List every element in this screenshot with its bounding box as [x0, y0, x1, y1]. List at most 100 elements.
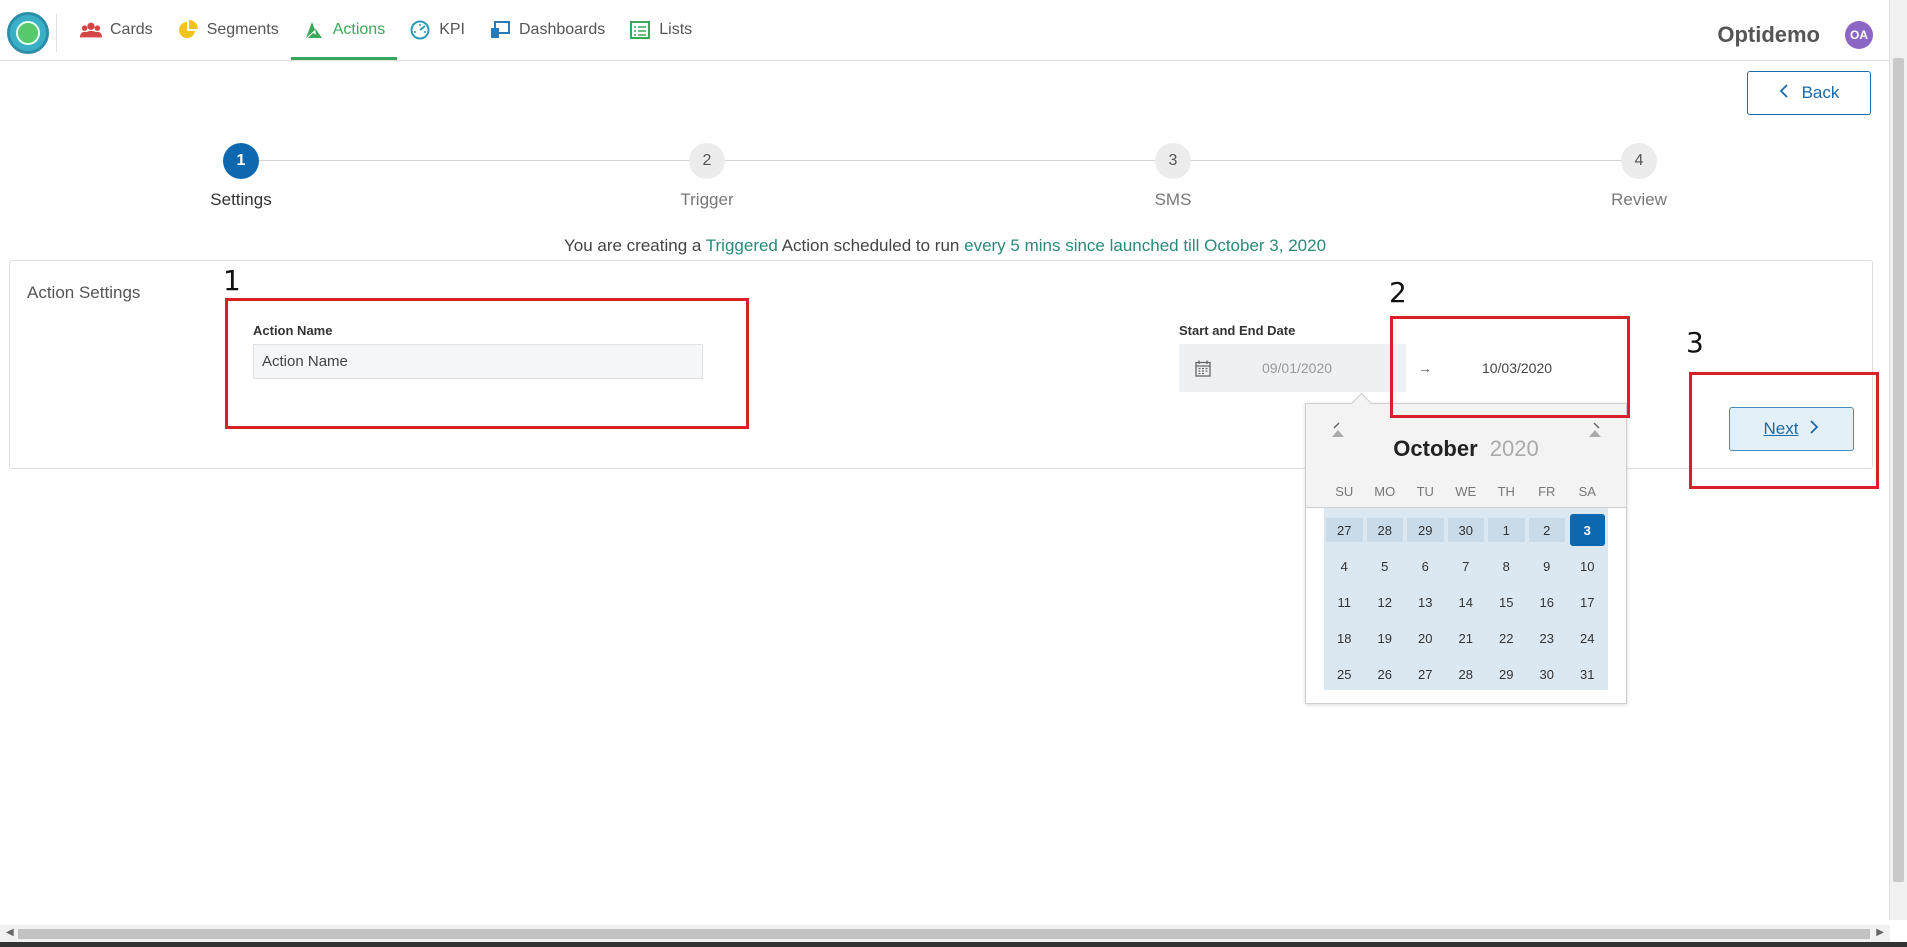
- scrollbar-thumb[interactable]: [1893, 58, 1904, 882]
- nav-label: Dashboards: [519, 21, 606, 38]
- weekday-label: MO: [1374, 484, 1396, 499]
- step-number: 2: [689, 143, 725, 179]
- nav-item-dashboards[interactable]: Dashboards: [477, 0, 617, 60]
- calendar-month[interactable]: October: [1393, 436, 1477, 461]
- calendar-day[interactable]: 28: [1446, 656, 1487, 692]
- calendar-day[interactable]: 24: [1567, 620, 1608, 656]
- weekday-label: WE: [1455, 484, 1477, 499]
- calendar-day[interactable]: 18: [1324, 620, 1365, 656]
- calendar-day[interactable]: 7: [1446, 548, 1487, 584]
- pie-icon: [177, 19, 199, 41]
- brand-name: Optidemo: [1717, 22, 1820, 47]
- calendar-popup: October 2020 SU MO TU WE TH FR SA 27 28 29 30 1 2 3 4…: [1305, 392, 1627, 704]
- calendar-day[interactable]: 1: [1488, 518, 1525, 542]
- calendar-day[interactable]: 16: [1527, 584, 1568, 620]
- avatar[interactable]: OA: [1845, 21, 1873, 49]
- step-number: 1: [223, 143, 259, 179]
- calendar-days-grid: 27 28 29 30 1 2 3 4 5 6 7 8 9 10 11 12 13 14 15 16 17 18 19 20 2…: [1324, 508, 1608, 690]
- start-date-input[interactable]: 09/01/2020: [1227, 360, 1367, 376]
- gauge-icon: [409, 19, 431, 41]
- calendar-day[interactable]: 4: [1324, 548, 1365, 584]
- top-navbar: Cards Segments Actions KPI Dashboards Li…: [0, 0, 1890, 61]
- calendar-day[interactable]: 30: [1447, 518, 1484, 542]
- chevron-left-icon: [1779, 83, 1788, 103]
- step-number: 3: [1155, 143, 1191, 179]
- step-number: 4: [1621, 143, 1657, 179]
- list-icon: [629, 19, 651, 41]
- calendar-day[interactable]: 25: [1324, 656, 1365, 692]
- horizontal-scrollbar[interactable]: ◀ ▶: [0, 925, 1890, 942]
- calendar-day[interactable]: 13: [1405, 584, 1446, 620]
- calendar-day[interactable]: 27: [1405, 656, 1446, 692]
- annotation-number-3: 3: [1686, 326, 1704, 359]
- panel-title: Action Settings: [27, 283, 141, 302]
- step-review[interactable]: 4 Review: [1569, 143, 1709, 210]
- nav-label: Lists: [659, 21, 693, 38]
- schedule-type: Triggered: [705, 236, 778, 255]
- step-sms[interactable]: 3 SMS: [1103, 143, 1243, 210]
- annotation-number-2: 2: [1389, 276, 1407, 309]
- scroll-right-icon[interactable]: ▶: [1876, 927, 1884, 938]
- calendar-day[interactable]: 29: [1486, 656, 1527, 692]
- calendar-day[interactable]: 17: [1567, 584, 1608, 620]
- calendar-day[interactable]: 31: [1567, 656, 1608, 692]
- calendar-day[interactable]: 10: [1567, 548, 1608, 584]
- calendar-day[interactable]: 28: [1366, 518, 1403, 542]
- calendar-day[interactable]: 27: [1326, 518, 1363, 542]
- calendar-day[interactable]: 11: [1324, 584, 1365, 620]
- schedule-summary: You are creating a Triggered Action sche…: [0, 236, 1890, 256]
- weekday-label: SU: [1335, 484, 1354, 499]
- date-range-label: Start and End Date: [1179, 323, 1296, 338]
- schedule-frequency: every 5 mins since launched till October…: [964, 236, 1327, 255]
- actions-icon: [303, 19, 325, 41]
- taskbar-strip: [0, 942, 1907, 947]
- step-label: SMS: [1154, 190, 1192, 209]
- scroll-left-icon[interactable]: ◀: [6, 927, 14, 938]
- calendar-day[interactable]: 22: [1486, 620, 1527, 656]
- calendar-day[interactable]: 3: [1570, 514, 1605, 546]
- step-label: Review: [1611, 190, 1667, 209]
- annotation-number-1: 1: [223, 264, 241, 297]
- calendar-day[interactable]: 20: [1405, 620, 1446, 656]
- nav-label: Actions: [332, 21, 386, 38]
- app-logo[interactable]: [7, 12, 49, 54]
- calendar-day[interactable]: 19: [1365, 620, 1406, 656]
- calendar-day[interactable]: 6: [1405, 548, 1446, 584]
- step-settings[interactable]: 1 Settings: [171, 143, 311, 210]
- calendar-day[interactable]: 9: [1527, 548, 1568, 584]
- nav-label: Segments: [206, 21, 279, 38]
- calendar-day[interactable]: 29: [1407, 518, 1444, 542]
- nav-item-lists[interactable]: Lists: [617, 0, 704, 60]
- calendar-day[interactable]: 26: [1365, 656, 1406, 692]
- calendar-day[interactable]: 21: [1446, 620, 1487, 656]
- nav-item-actions[interactable]: Actions: [290, 0, 398, 60]
- vertical-scrollbar[interactable]: [1889, 0, 1907, 920]
- annotation-box-2: [1390, 316, 1630, 418]
- calendar-day[interactable]: 2: [1528, 518, 1565, 542]
- nav-item-cards[interactable]: Cards: [68, 0, 165, 60]
- calendar-title: October 2020: [1306, 436, 1626, 462]
- stepper-track: [241, 160, 1641, 161]
- schedule-middle: Action scheduled to run: [781, 236, 960, 255]
- calendar-day[interactable]: 5: [1365, 548, 1406, 584]
- calendar-day[interactable]: 8: [1486, 548, 1527, 584]
- weekday-label: FR: [1538, 484, 1556, 499]
- calendar-day[interactable]: 30: [1527, 656, 1568, 692]
- calendar-day[interactable]: 12: [1365, 584, 1406, 620]
- step-label: Trigger: [680, 190, 734, 209]
- calendar-day[interactable]: 15: [1486, 584, 1527, 620]
- logo-divider: [56, 14, 57, 52]
- weekday-label: TH: [1497, 484, 1515, 499]
- scrollbar-thumb[interactable]: [18, 929, 1870, 939]
- calendar-icon[interactable]: [1179, 360, 1227, 377]
- nav-item-kpi[interactable]: KPI: [397, 0, 477, 60]
- weekday-label: TU: [1416, 484, 1434, 499]
- nav-item-segments[interactable]: Segments: [165, 0, 291, 60]
- back-label: Back: [1801, 83, 1840, 102]
- annotation-box-3: [1689, 372, 1879, 489]
- calendar-year[interactable]: 2020: [1490, 436, 1539, 461]
- step-trigger[interactable]: 2 Trigger: [637, 143, 777, 210]
- back-button[interactable]: Back: [1747, 71, 1871, 115]
- calendar-day[interactable]: 14: [1446, 584, 1487, 620]
- calendar-day[interactable]: 23: [1527, 620, 1568, 656]
